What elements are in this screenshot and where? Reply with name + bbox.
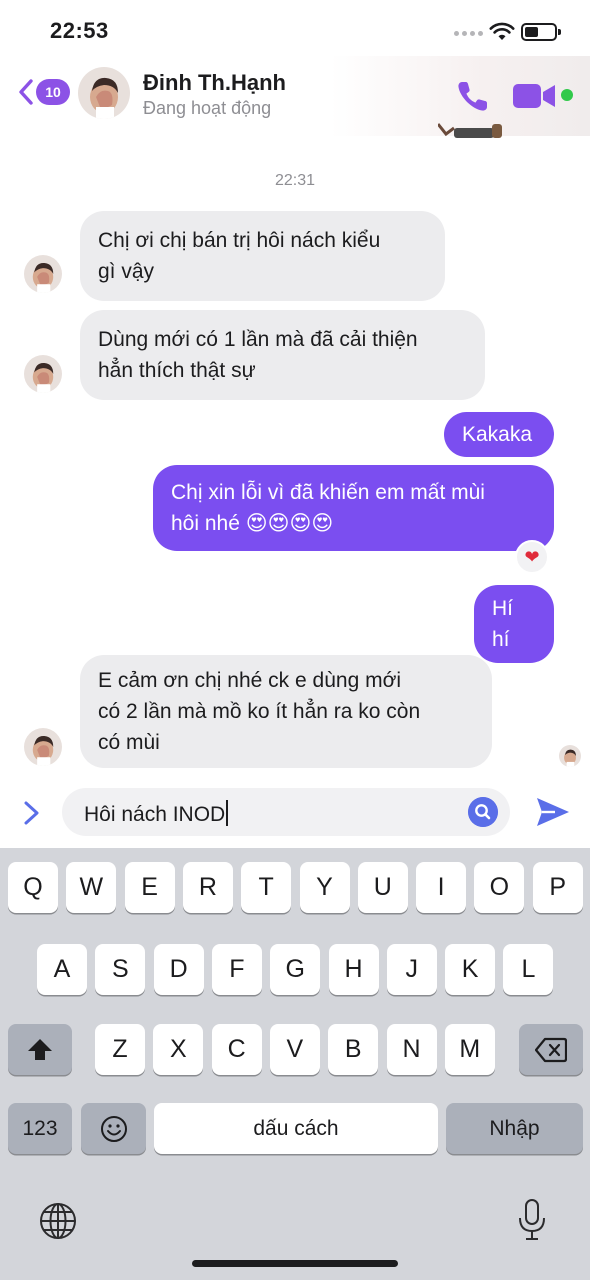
backspace-key[interactable] xyxy=(519,1024,583,1075)
message-line: hẳn thích thật sự xyxy=(98,359,256,382)
outgoing-message[interactable]: Hí hí xyxy=(474,585,554,663)
contact-status: Đang hoạt động xyxy=(143,98,272,118)
numbers-key[interactable]: 123 xyxy=(8,1103,72,1154)
outgoing-message[interactable]: Chị xin lỗi vì đã khiến em mất mùi hôi n… xyxy=(153,465,554,551)
emoji-key[interactable] xyxy=(81,1103,146,1154)
message-line: E cảm ơn chị nhé ck e dùng mới xyxy=(98,669,402,692)
key-n[interactable]: N xyxy=(386,1024,437,1075)
message-line: gì vậy xyxy=(98,260,155,283)
key-c[interactable]: C xyxy=(211,1024,262,1075)
chevron-right-icon[interactable] xyxy=(20,797,44,829)
key-b[interactable]: B xyxy=(328,1024,379,1075)
message-line: có 2 lần mà mồ ko ít hẳn ra ko còn xyxy=(98,700,421,723)
unread-count-badge: 10 xyxy=(36,79,70,105)
key-i[interactable]: I xyxy=(416,862,467,913)
home-indicator xyxy=(192,1260,398,1267)
battery-level xyxy=(525,27,538,37)
seen-indicator-avatar xyxy=(559,745,581,767)
video-camera-icon[interactable] xyxy=(513,82,557,110)
key-w[interactable]: W xyxy=(66,862,117,913)
key-t[interactable]: T xyxy=(241,862,292,913)
contact-avatar[interactable] xyxy=(78,67,130,119)
key-p[interactable]: P xyxy=(532,862,583,913)
incoming-message[interactable]: E cảm ơn chị nhé ck e dùng mới có 2 lần … xyxy=(80,655,492,768)
online-status-dot xyxy=(561,89,573,101)
key-u[interactable]: U xyxy=(357,862,408,913)
message-line: Dùng mới có 1 lần mà đã cải thiện xyxy=(98,328,418,351)
key-e[interactable]: E xyxy=(124,862,175,913)
header-decoration xyxy=(438,123,502,138)
incoming-message[interactable]: Dùng mới có 1 lần mà đã cải thiện hẳn th… xyxy=(80,310,485,400)
key-f[interactable]: F xyxy=(211,944,262,995)
backspace-icon xyxy=(535,1037,567,1062)
key-v[interactable]: V xyxy=(269,1024,320,1075)
message-line: có mùi xyxy=(98,731,160,754)
key-x[interactable]: X xyxy=(153,1024,204,1075)
key-k[interactable]: K xyxy=(445,944,496,995)
conversation-timestamp: 22:31 xyxy=(274,172,316,189)
sender-avatar[interactable] xyxy=(24,728,62,766)
microphone-icon[interactable] xyxy=(517,1198,547,1242)
key-q[interactable]: Q xyxy=(8,862,58,913)
message-line: hôi nhé 😍😍😍😍 xyxy=(171,512,334,535)
message-line: Chị xin lỗi vì đã khiến em mất mùi xyxy=(171,481,485,504)
search-icon[interactable] xyxy=(468,797,498,827)
message-line: Hí hí xyxy=(492,597,513,651)
battery-icon xyxy=(521,23,561,41)
text-caret xyxy=(226,800,229,826)
incoming-message[interactable]: Chị ơi chị bán trị hôi nách kiểu gì vậy xyxy=(80,211,445,301)
space-key[interactable]: dấu cách xyxy=(154,1103,438,1154)
message-line: Kakaka xyxy=(462,423,533,446)
message-input-text[interactable]: Hôi nách INOD xyxy=(84,800,229,827)
sender-avatar[interactable] xyxy=(24,355,62,393)
globe-icon[interactable] xyxy=(37,1200,79,1242)
key-s[interactable]: S xyxy=(95,944,146,995)
emoji-icon xyxy=(100,1115,127,1142)
chevron-left-icon xyxy=(19,79,33,105)
status-time: 22:53 xyxy=(50,18,109,43)
signal-icon xyxy=(454,31,483,36)
outgoing-message[interactable]: Kakaka xyxy=(444,412,554,457)
key-o[interactable]: O xyxy=(474,862,525,913)
sender-avatar[interactable] xyxy=(24,255,62,293)
key-a[interactable]: A xyxy=(37,944,87,995)
message-line: Chị ơi chị bán trị hôi nách kiểu xyxy=(98,229,381,252)
key-z[interactable]: Z xyxy=(95,1024,145,1075)
key-h[interactable]: H xyxy=(328,944,379,995)
back-button[interactable]: 10 xyxy=(18,78,70,106)
key-g[interactable]: G xyxy=(270,944,321,995)
send-icon[interactable] xyxy=(535,795,571,829)
heart-reaction-icon[interactable]: ❤ xyxy=(515,540,549,574)
key-m[interactable]: M xyxy=(444,1024,495,1075)
wifi-icon xyxy=(489,22,515,40)
shift-icon xyxy=(28,1038,52,1060)
return-key[interactable]: Nhập xyxy=(446,1103,583,1154)
shift-key[interactable] xyxy=(8,1024,72,1075)
key-d[interactable]: D xyxy=(153,944,204,995)
contact-name[interactable]: Đinh Th.Hạnh xyxy=(143,70,286,96)
key-l[interactable]: L xyxy=(503,944,554,995)
key-j[interactable]: J xyxy=(386,944,437,995)
key-y[interactable]: Y xyxy=(299,862,350,913)
phone-icon[interactable] xyxy=(455,78,491,114)
key-r[interactable]: R xyxy=(182,862,233,913)
